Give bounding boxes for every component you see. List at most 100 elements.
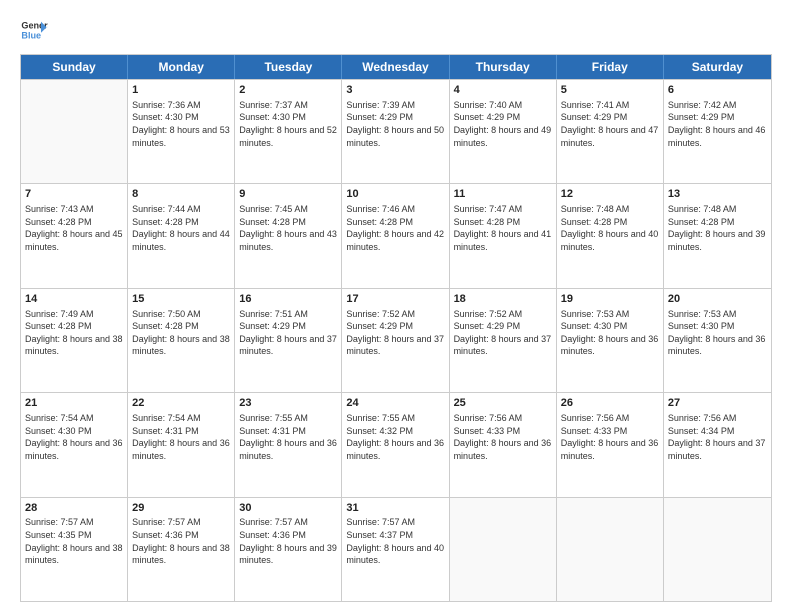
cell-info: Sunrise: 7:36 AM Sunset: 4:30 PM Dayligh… bbox=[132, 99, 230, 149]
day-header-tuesday: Tuesday bbox=[235, 55, 342, 79]
calendar-cell: 18Sunrise: 7:52 AM Sunset: 4:29 PM Dayli… bbox=[450, 289, 557, 392]
calendar-week-3: 14Sunrise: 7:49 AM Sunset: 4:28 PM Dayli… bbox=[21, 288, 771, 392]
svg-text:Blue: Blue bbox=[21, 30, 41, 40]
calendar-cell: 16Sunrise: 7:51 AM Sunset: 4:29 PM Dayli… bbox=[235, 289, 342, 392]
day-number: 25 bbox=[454, 396, 552, 411]
cell-info: Sunrise: 7:47 AM Sunset: 4:28 PM Dayligh… bbox=[454, 203, 552, 253]
cell-info: Sunrise: 7:53 AM Sunset: 4:30 PM Dayligh… bbox=[668, 308, 767, 358]
calendar-cell: 4Sunrise: 7:40 AM Sunset: 4:29 PM Daylig… bbox=[450, 80, 557, 183]
cell-info: Sunrise: 7:48 AM Sunset: 4:28 PM Dayligh… bbox=[668, 203, 767, 253]
cell-info: Sunrise: 7:39 AM Sunset: 4:29 PM Dayligh… bbox=[346, 99, 444, 149]
day-number: 2 bbox=[239, 83, 337, 98]
day-number: 13 bbox=[668, 187, 767, 202]
day-number: 29 bbox=[132, 501, 230, 516]
day-number: 18 bbox=[454, 292, 552, 307]
cell-info: Sunrise: 7:40 AM Sunset: 4:29 PM Dayligh… bbox=[454, 99, 552, 149]
day-number: 30 bbox=[239, 501, 337, 516]
calendar-week-1: 1Sunrise: 7:36 AM Sunset: 4:30 PM Daylig… bbox=[21, 79, 771, 183]
cell-info: Sunrise: 7:43 AM Sunset: 4:28 PM Dayligh… bbox=[25, 203, 123, 253]
cell-info: Sunrise: 7:46 AM Sunset: 4:28 PM Dayligh… bbox=[346, 203, 444, 253]
calendar-cell: 28Sunrise: 7:57 AM Sunset: 4:35 PM Dayli… bbox=[21, 498, 128, 601]
day-header-thursday: Thursday bbox=[450, 55, 557, 79]
calendar-cell: 5Sunrise: 7:41 AM Sunset: 4:29 PM Daylig… bbox=[557, 80, 664, 183]
calendar-cell: 20Sunrise: 7:53 AM Sunset: 4:30 PM Dayli… bbox=[664, 289, 771, 392]
calendar-cell: 14Sunrise: 7:49 AM Sunset: 4:28 PM Dayli… bbox=[21, 289, 128, 392]
cell-info: Sunrise: 7:52 AM Sunset: 4:29 PM Dayligh… bbox=[454, 308, 552, 358]
day-number: 6 bbox=[668, 83, 767, 98]
calendar-cell: 30Sunrise: 7:57 AM Sunset: 4:36 PM Dayli… bbox=[235, 498, 342, 601]
header: General Blue bbox=[20, 16, 772, 44]
calendar-week-5: 28Sunrise: 7:57 AM Sunset: 4:35 PM Dayli… bbox=[21, 497, 771, 601]
day-number: 17 bbox=[346, 292, 444, 307]
page: General Blue SundayMondayTuesdayWednesda… bbox=[0, 0, 792, 612]
day-number: 9 bbox=[239, 187, 337, 202]
day-header-saturday: Saturday bbox=[664, 55, 771, 79]
calendar-cell: 24Sunrise: 7:55 AM Sunset: 4:32 PM Dayli… bbox=[342, 393, 449, 496]
calendar-week-2: 7Sunrise: 7:43 AM Sunset: 4:28 PM Daylig… bbox=[21, 183, 771, 287]
calendar: SundayMondayTuesdayWednesdayThursdayFrid… bbox=[20, 54, 772, 602]
cell-info: Sunrise: 7:55 AM Sunset: 4:31 PM Dayligh… bbox=[239, 412, 337, 462]
cell-info: Sunrise: 7:55 AM Sunset: 4:32 PM Dayligh… bbox=[346, 412, 444, 462]
logo: General Blue bbox=[20, 16, 48, 44]
calendar-cell: 1Sunrise: 7:36 AM Sunset: 4:30 PM Daylig… bbox=[128, 80, 235, 183]
calendar-cell: 25Sunrise: 7:56 AM Sunset: 4:33 PM Dayli… bbox=[450, 393, 557, 496]
cell-info: Sunrise: 7:42 AM Sunset: 4:29 PM Dayligh… bbox=[668, 99, 767, 149]
day-number: 26 bbox=[561, 396, 659, 411]
day-number: 8 bbox=[132, 187, 230, 202]
cell-info: Sunrise: 7:52 AM Sunset: 4:29 PM Dayligh… bbox=[346, 308, 444, 358]
cell-info: Sunrise: 7:51 AM Sunset: 4:29 PM Dayligh… bbox=[239, 308, 337, 358]
day-header-monday: Monday bbox=[128, 55, 235, 79]
cell-info: Sunrise: 7:57 AM Sunset: 4:35 PM Dayligh… bbox=[25, 516, 123, 566]
calendar-cell: 31Sunrise: 7:57 AM Sunset: 4:37 PM Dayli… bbox=[342, 498, 449, 601]
cell-info: Sunrise: 7:48 AM Sunset: 4:28 PM Dayligh… bbox=[561, 203, 659, 253]
day-number: 21 bbox=[25, 396, 123, 411]
day-number: 1 bbox=[132, 83, 230, 98]
calendar-body: 1Sunrise: 7:36 AM Sunset: 4:30 PM Daylig… bbox=[21, 79, 771, 601]
calendar-cell bbox=[664, 498, 771, 601]
calendar-cell: 11Sunrise: 7:47 AM Sunset: 4:28 PM Dayli… bbox=[450, 184, 557, 287]
cell-info: Sunrise: 7:45 AM Sunset: 4:28 PM Dayligh… bbox=[239, 203, 337, 253]
cell-info: Sunrise: 7:49 AM Sunset: 4:28 PM Dayligh… bbox=[25, 308, 123, 358]
cell-info: Sunrise: 7:56 AM Sunset: 4:33 PM Dayligh… bbox=[454, 412, 552, 462]
cell-info: Sunrise: 7:37 AM Sunset: 4:30 PM Dayligh… bbox=[239, 99, 337, 149]
cell-info: Sunrise: 7:44 AM Sunset: 4:28 PM Dayligh… bbox=[132, 203, 230, 253]
cell-info: Sunrise: 7:56 AM Sunset: 4:33 PM Dayligh… bbox=[561, 412, 659, 462]
calendar-header: SundayMondayTuesdayWednesdayThursdayFrid… bbox=[21, 55, 771, 79]
calendar-cell: 2Sunrise: 7:37 AM Sunset: 4:30 PM Daylig… bbox=[235, 80, 342, 183]
day-number: 27 bbox=[668, 396, 767, 411]
calendar-cell: 19Sunrise: 7:53 AM Sunset: 4:30 PM Dayli… bbox=[557, 289, 664, 392]
cell-info: Sunrise: 7:57 AM Sunset: 4:36 PM Dayligh… bbox=[239, 516, 337, 566]
day-number: 5 bbox=[561, 83, 659, 98]
calendar-cell: 15Sunrise: 7:50 AM Sunset: 4:28 PM Dayli… bbox=[128, 289, 235, 392]
calendar-cell: 26Sunrise: 7:56 AM Sunset: 4:33 PM Dayli… bbox=[557, 393, 664, 496]
cell-info: Sunrise: 7:56 AM Sunset: 4:34 PM Dayligh… bbox=[668, 412, 767, 462]
day-number: 24 bbox=[346, 396, 444, 411]
day-number: 4 bbox=[454, 83, 552, 98]
cell-info: Sunrise: 7:53 AM Sunset: 4:30 PM Dayligh… bbox=[561, 308, 659, 358]
day-number: 11 bbox=[454, 187, 552, 202]
calendar-cell: 22Sunrise: 7:54 AM Sunset: 4:31 PM Dayli… bbox=[128, 393, 235, 496]
calendar-cell: 29Sunrise: 7:57 AM Sunset: 4:36 PM Dayli… bbox=[128, 498, 235, 601]
calendar-cell: 23Sunrise: 7:55 AM Sunset: 4:31 PM Dayli… bbox=[235, 393, 342, 496]
cell-info: Sunrise: 7:50 AM Sunset: 4:28 PM Dayligh… bbox=[132, 308, 230, 358]
calendar-cell: 10Sunrise: 7:46 AM Sunset: 4:28 PM Dayli… bbox=[342, 184, 449, 287]
calendar-cell: 17Sunrise: 7:52 AM Sunset: 4:29 PM Dayli… bbox=[342, 289, 449, 392]
calendar-cell: 27Sunrise: 7:56 AM Sunset: 4:34 PM Dayli… bbox=[664, 393, 771, 496]
calendar-cell: 12Sunrise: 7:48 AM Sunset: 4:28 PM Dayli… bbox=[557, 184, 664, 287]
cell-info: Sunrise: 7:57 AM Sunset: 4:37 PM Dayligh… bbox=[346, 516, 444, 566]
day-header-friday: Friday bbox=[557, 55, 664, 79]
calendar-cell: 8Sunrise: 7:44 AM Sunset: 4:28 PM Daylig… bbox=[128, 184, 235, 287]
calendar-cell: 7Sunrise: 7:43 AM Sunset: 4:28 PM Daylig… bbox=[21, 184, 128, 287]
cell-info: Sunrise: 7:57 AM Sunset: 4:36 PM Dayligh… bbox=[132, 516, 230, 566]
calendar-cell: 21Sunrise: 7:54 AM Sunset: 4:30 PM Dayli… bbox=[21, 393, 128, 496]
calendar-week-4: 21Sunrise: 7:54 AM Sunset: 4:30 PM Dayli… bbox=[21, 392, 771, 496]
calendar-cell bbox=[21, 80, 128, 183]
day-number: 10 bbox=[346, 187, 444, 202]
day-number: 19 bbox=[561, 292, 659, 307]
day-header-sunday: Sunday bbox=[21, 55, 128, 79]
day-number: 3 bbox=[346, 83, 444, 98]
day-number: 23 bbox=[239, 396, 337, 411]
day-number: 22 bbox=[132, 396, 230, 411]
cell-info: Sunrise: 7:54 AM Sunset: 4:31 PM Dayligh… bbox=[132, 412, 230, 462]
day-number: 12 bbox=[561, 187, 659, 202]
